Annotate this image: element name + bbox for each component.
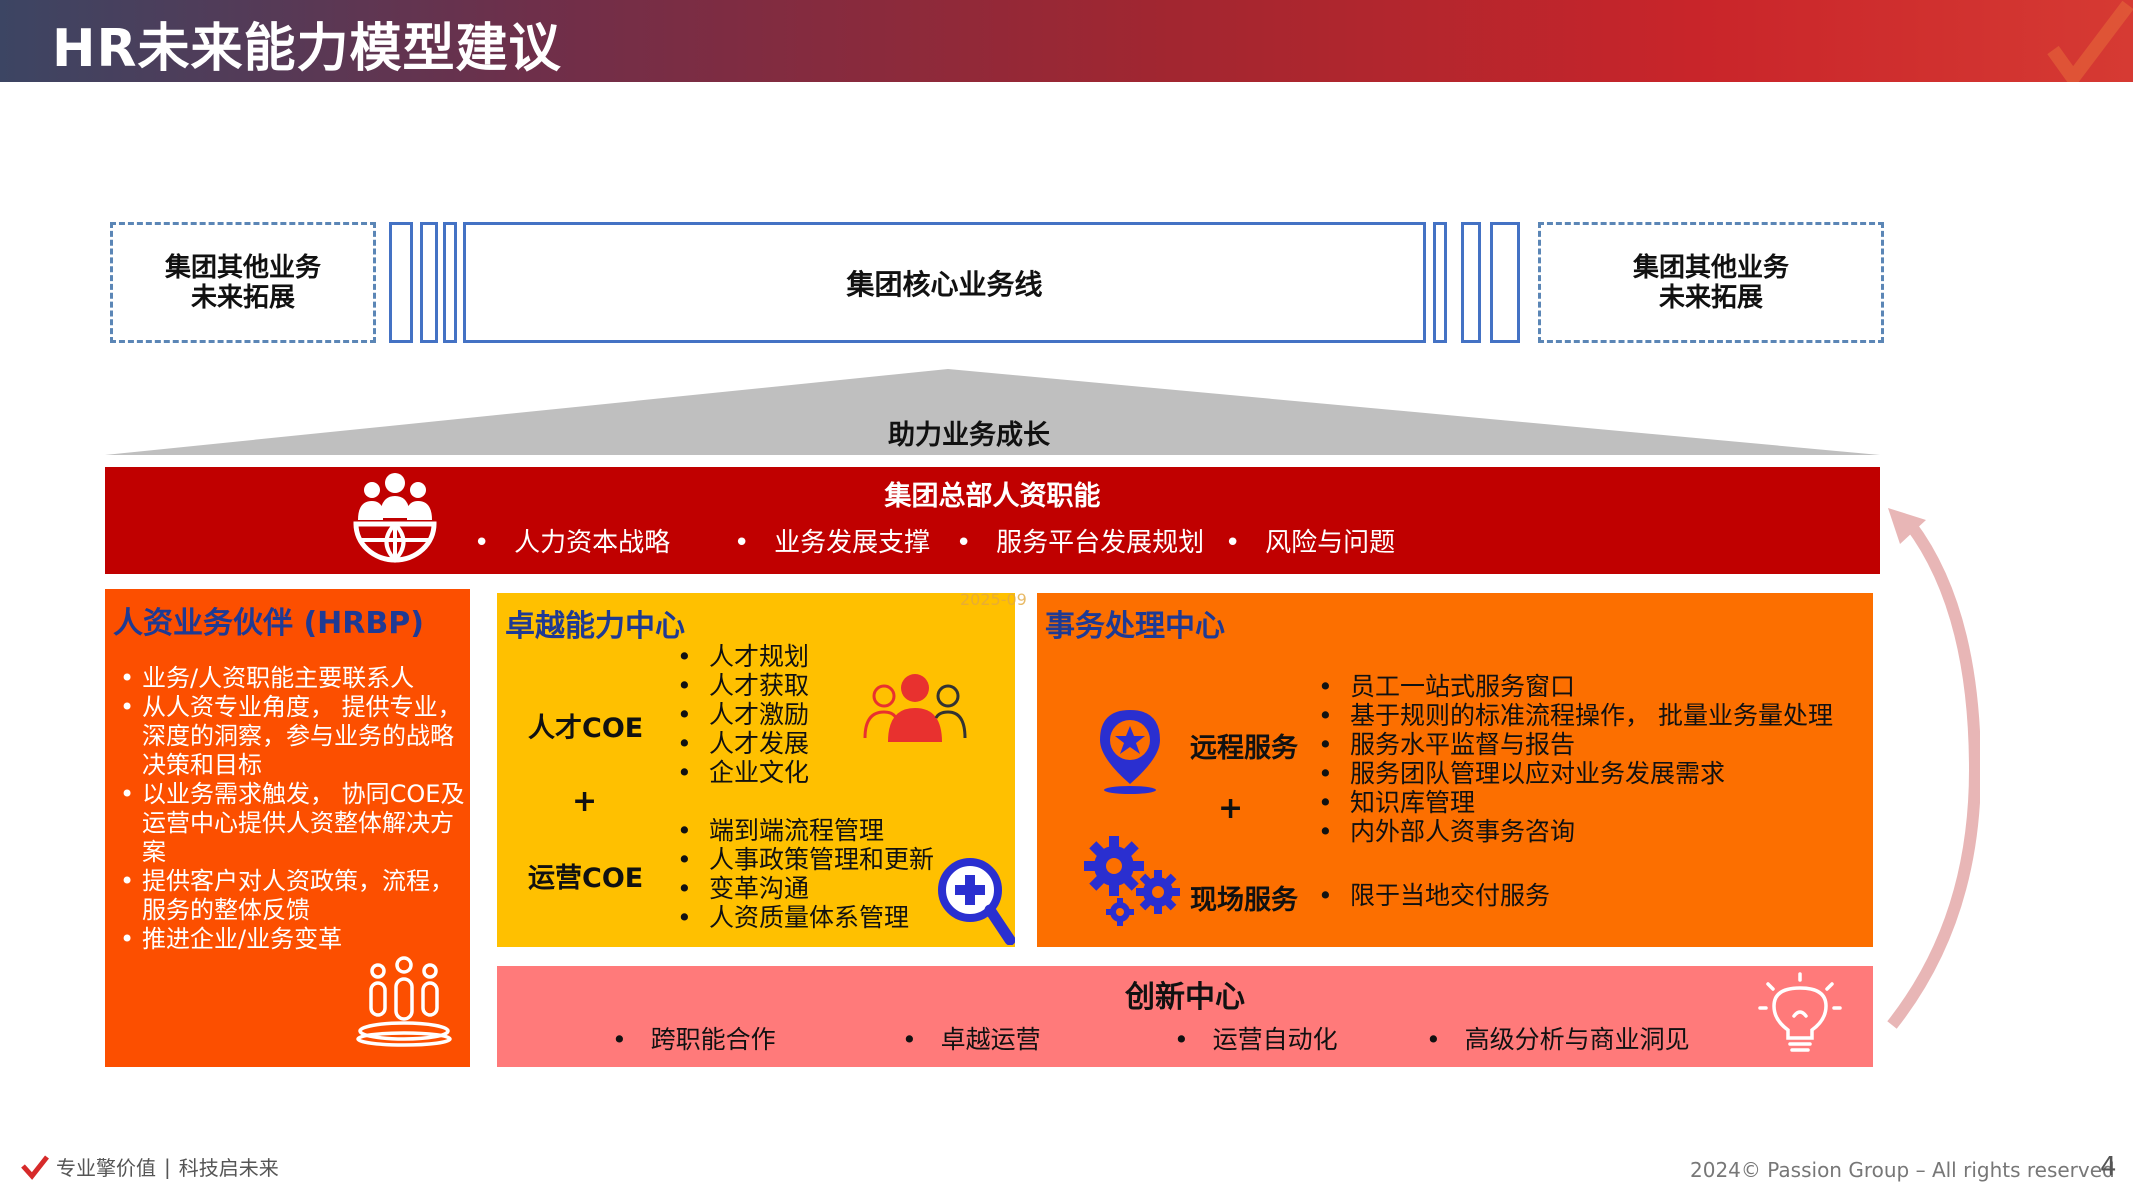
ops-coe-list: 端到端流程管理 人事政策管理和更新 变革沟通 人资质量体系管理 bbox=[677, 816, 934, 932]
list-item: 变革沟通 bbox=[677, 874, 934, 903]
list-item: 人资质量体系管理 bbox=[677, 903, 934, 932]
hrbp-title: 人资业务伙伴 (HRBP) bbox=[113, 606, 424, 641]
plus-sign: + bbox=[1218, 791, 1244, 826]
stack-bar bbox=[1461, 222, 1481, 343]
list-item: 业务/人资职能主要联系人 bbox=[118, 664, 468, 693]
remote-service-list: 员工一站式服务窗口 基于规则的标准流程操作， 批量业务量处理 服务水平监督与报告… bbox=[1318, 672, 1833, 846]
watermark: 2025-09 bbox=[960, 590, 1027, 609]
page-title: HR未来能力模型建议 bbox=[52, 19, 562, 79]
list-item: 员工一站式服务窗口 bbox=[1318, 672, 1833, 701]
list-item: 人才激励 bbox=[677, 700, 809, 729]
stack-bar bbox=[1490, 222, 1520, 343]
lightbulb-icon bbox=[1758, 972, 1842, 1052]
innovation-item: • 跨职能合作 bbox=[612, 1025, 776, 1054]
core-business-box: 集团核心业务线 bbox=[463, 222, 1426, 343]
list-item: 人才规划 bbox=[677, 642, 809, 671]
coe-title: 卓越能力中心 bbox=[505, 609, 685, 644]
slogan-left: 专业擎价值 bbox=[56, 1156, 156, 1180]
stack-bar bbox=[443, 222, 457, 343]
box-line: 未来拓展 bbox=[190, 282, 295, 313]
ops-coe-label: 运营COE bbox=[528, 863, 644, 894]
stack-bar bbox=[1433, 222, 1447, 343]
brand-check-icon bbox=[21, 1154, 49, 1180]
list-item: 知识库管理 bbox=[1318, 788, 1833, 817]
talent-coe-list: 人才规划 人才获取 人才激励 人才发展 企业文化 bbox=[677, 642, 809, 787]
remote-service-label: 远程服务 bbox=[1190, 733, 1298, 764]
innovation-item: • 运营自动化 bbox=[1174, 1025, 1338, 1054]
hq-title: 集团总部人资职能 bbox=[884, 481, 1101, 512]
hq-item: • 风险与问题 bbox=[1225, 528, 1396, 558]
hq-item: • 人力资本战略 bbox=[474, 528, 671, 558]
box-line: 集团其他业务 bbox=[164, 252, 321, 283]
innovation-item: • 卓越运营 bbox=[902, 1025, 1041, 1054]
slogan-right: 科技启未来 bbox=[178, 1156, 279, 1180]
list-item: 提供客户对人资政策，流程，服务的整体反馈 bbox=[118, 867, 468, 925]
plus-sign: + bbox=[572, 784, 598, 819]
list-item: 人事政策管理和更新 bbox=[677, 845, 934, 874]
copyright: 2024© Passion Group – All rights reserve… bbox=[1690, 1158, 2115, 1182]
list-item: 限于当地交付服务 bbox=[1318, 881, 1550, 910]
list-item: 基于规则的标准流程操作， 批量业务量处理 bbox=[1318, 701, 1833, 730]
list-item: 推进企业/业务变革 bbox=[118, 925, 468, 954]
page-number: 4 bbox=[2100, 1152, 2117, 1182]
feedback-curved-arrow bbox=[1887, 508, 1980, 1029]
box-line: 未来拓展 bbox=[1658, 282, 1763, 313]
onsite-service-label: 现场服务 bbox=[1190, 885, 1298, 916]
core-business-label: 集团核心业务线 bbox=[846, 267, 1043, 301]
list-item: 企业文化 bbox=[677, 758, 809, 787]
location-star-icon bbox=[1100, 710, 1160, 794]
hrbp-list: 业务/人资职能主要联系人 从人资专业角度， 提供专业，深度的洞察，参与业务的战略… bbox=[118, 664, 468, 954]
service-center-title: 事务处理中心 bbox=[1045, 609, 1225, 644]
stack-bar bbox=[389, 222, 413, 343]
innovation-title: 创新中心 bbox=[1125, 980, 1245, 1015]
people-podium-icon bbox=[356, 956, 452, 1047]
search-plus-icon bbox=[938, 858, 1015, 945]
list-item: 人才获取 bbox=[677, 671, 809, 700]
list-item: 从人资专业角度， 提供专业，深度的洞察，参与业务的战略决策和目标 bbox=[118, 693, 468, 780]
innovation-item: • 高级分析与商业洞见 bbox=[1426, 1025, 1690, 1054]
list-item: 服务水平监督与报告 bbox=[1318, 730, 1833, 759]
onsite-service-list: 限于当地交付服务 bbox=[1318, 881, 1550, 910]
hq-item: • 服务平台发展规划 bbox=[956, 528, 1205, 558]
list-item: 以业务需求触发， 协同COE及运营中心提供人资整体解决方案 bbox=[118, 780, 468, 867]
footer-slogan: 专业擎价值 | 科技启未来 bbox=[20, 1152, 279, 1181]
list-item: 服务团队管理以应对业务发展需求 bbox=[1318, 759, 1833, 788]
talent-coe-label: 人才COE bbox=[528, 713, 644, 744]
list-item: 人才发展 bbox=[677, 729, 809, 758]
list-item: 端到端流程管理 bbox=[677, 816, 934, 845]
talent-group-icon bbox=[863, 674, 967, 742]
gears-icon bbox=[1084, 836, 1180, 926]
list-item: 内外部人资事务咨询 bbox=[1318, 817, 1833, 846]
stack-bar bbox=[420, 222, 438, 343]
growth-label: 助力业务成长 bbox=[888, 420, 1050, 451]
box-line: 集团其他业务 bbox=[1632, 252, 1789, 283]
hq-item: • 业务发展支撑 bbox=[734, 528, 931, 558]
other-business-left-box: 集团其他业务 未来拓展 bbox=[110, 222, 376, 343]
slogan-separator: | bbox=[164, 1154, 171, 1179]
other-business-right-box: 集团其他业务 未来拓展 bbox=[1538, 222, 1884, 343]
brand-check-icon bbox=[2047, 0, 2133, 82]
